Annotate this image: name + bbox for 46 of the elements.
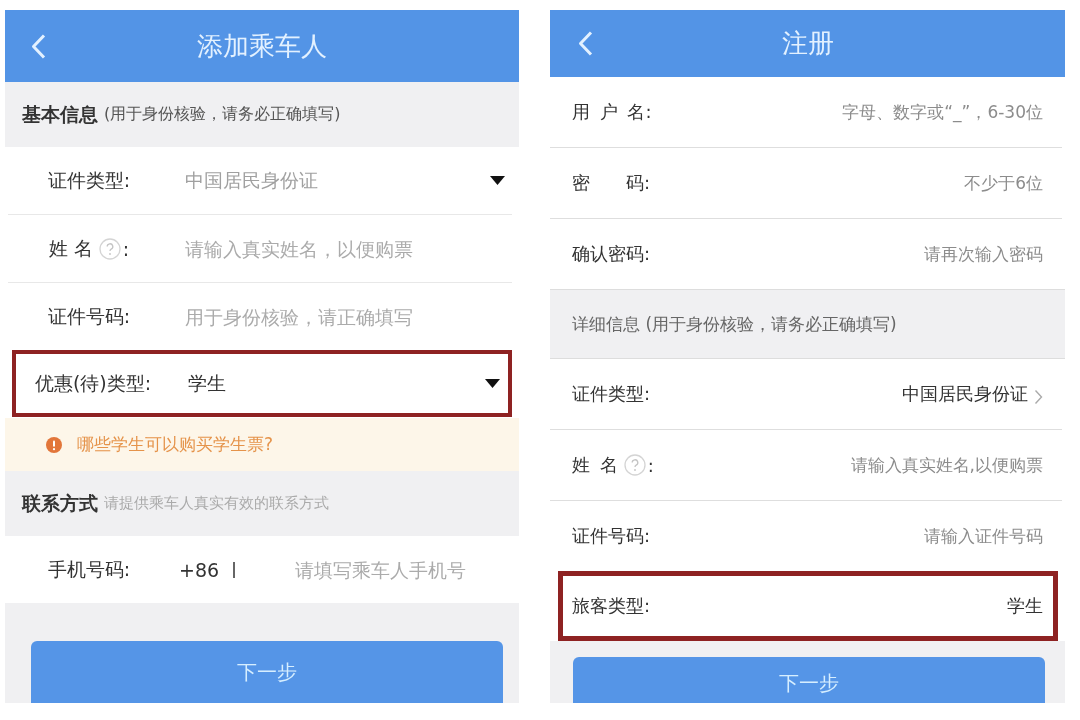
- section-header: 详细信息 (用于身份核验，请务必正确填写): [550, 289, 1065, 359]
- caret-down-icon: [485, 379, 500, 388]
- phone-input[interactable]: 请填写乘车人手机号: [295, 549, 499, 590]
- question-circle-icon[interactable]: [98, 237, 121, 260]
- section-title: 基本信息: [22, 101, 98, 127]
- picker-field[interactable]: 中国居民身份证: [902, 382, 1043, 406]
- text-input[interactable]: 请输入真实姓名，以便购票: [185, 228, 499, 269]
- chevron-left-icon: [31, 33, 46, 59]
- field-label: 证件类型:: [47, 167, 131, 193]
- field-label: 姓 名: [572, 453, 618, 477]
- field-label: 密 码:: [572, 171, 651, 195]
- field-label: 优惠(待)类型:: [34, 370, 152, 396]
- field-label: 证件号码:: [47, 303, 131, 329]
- exclamation-circle-icon: [46, 436, 62, 453]
- text-input[interactable]: 请输入真实姓名,以便购票: [653, 447, 1043, 483]
- field-label: 确认密码:: [572, 242, 651, 266]
- back-button[interactable]: [31, 33, 46, 59]
- dropdown[interactable]: 学生: [188, 363, 508, 404]
- country-code: +86: [179, 558, 220, 581]
- field-label: 证件类型:: [572, 382, 651, 406]
- field-label: 手机号码:: [47, 556, 131, 582]
- field-label: 旅客类型:: [572, 594, 651, 618]
- section-title: 联系方式: [22, 490, 98, 516]
- field-label: 用 户 名:: [572, 100, 652, 124]
- back-button[interactable]: [578, 31, 593, 56]
- field-label: 姓 名: [48, 235, 93, 261]
- text-input[interactable]: 请再次输入密码: [650, 236, 1043, 272]
- screen-title: 注册: [781, 27, 834, 60]
- text-input[interactable]: 请输入证件号码: [650, 518, 1043, 554]
- question-circle-icon[interactable]: [623, 454, 646, 476]
- label-colon: :: [122, 237, 130, 260]
- next-button[interactable]: 下一步: [573, 657, 1045, 703]
- section-note: (用于身份核验，请务必正确填写): [104, 104, 341, 125]
- chevron-left-icon: [578, 31, 593, 56]
- caret-down-icon: [490, 176, 505, 185]
- text-input[interactable]: 用于身份核验，请正确填写: [185, 296, 499, 337]
- notice-link[interactable]: 哪些学生可以购买学生票?: [77, 433, 274, 456]
- screen-title: 添加乘车人: [197, 29, 327, 63]
- field-label: 证件号码:: [572, 524, 651, 548]
- text-input[interactable]: 不少于6位: [650, 165, 1043, 201]
- chevron-right-icon: [1034, 389, 1043, 405]
- next-button[interactable]: 下一步: [31, 641, 503, 703]
- label-colon: :: [647, 454, 654, 476]
- section-note: 请提供乘车人真实有效的联系方式: [104, 494, 329, 513]
- text-input[interactable]: 字母、数字或“_”，6-30位: [651, 94, 1043, 130]
- field-value: 学生: [1007, 594, 1043, 618]
